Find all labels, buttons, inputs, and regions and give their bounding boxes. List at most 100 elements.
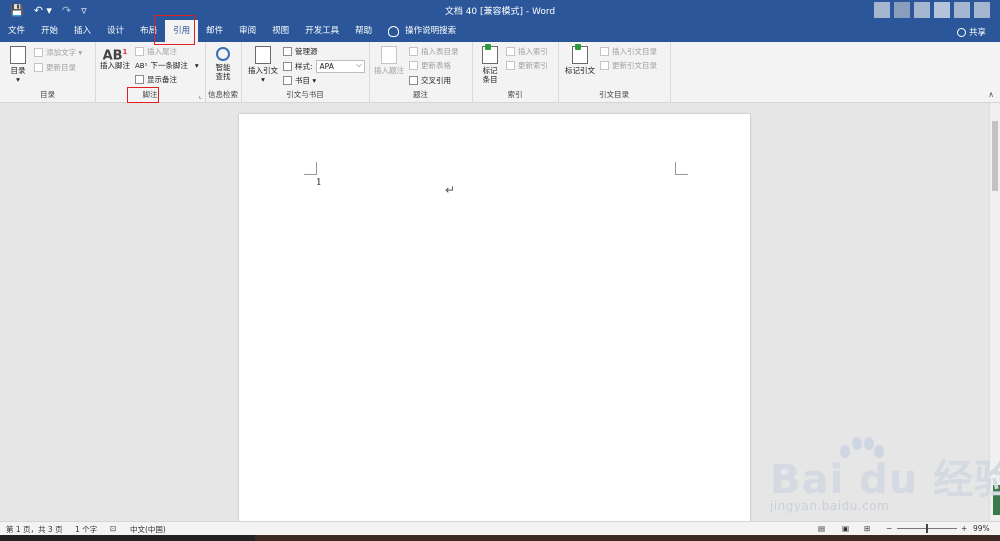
person-icon bbox=[956, 27, 966, 37]
group-label-citations: 引文与书目 bbox=[286, 90, 324, 99]
insert-index-button[interactable]: 插入索引 bbox=[506, 46, 548, 57]
footnote-ab-icon: AB1 bbox=[102, 48, 128, 64]
document-page[interactable]: 1 ↵ bbox=[239, 114, 750, 521]
show-notes-button[interactable]: 显示备注 bbox=[135, 74, 177, 85]
crop-mark-top-right bbox=[675, 162, 688, 175]
mark-citation-button[interactable]: 标记引文 bbox=[562, 44, 598, 75]
document-title: 文档 40 [兼容模式] - Word bbox=[444, 7, 556, 17]
tab-layout[interactable]: 布局 bbox=[132, 20, 165, 42]
group-citations: 插入引文▾ 管理源 样式: APA 书目 ▾ 引文与书目 bbox=[241, 42, 370, 102]
update-toa-icon bbox=[600, 61, 609, 70]
bibliography-button[interactable]: 书目 ▾ bbox=[283, 75, 316, 86]
citation-style: 样式: APA bbox=[283, 60, 365, 73]
group-label-toa: 引文目录 bbox=[599, 90, 629, 99]
zoom-slider-knob[interactable] bbox=[926, 524, 928, 533]
insert-citation-icon bbox=[255, 46, 271, 64]
group-table-of-authorities: 标记引文 插入引文目录 更新引文目录 引文目录 bbox=[558, 42, 671, 102]
style-icon bbox=[283, 62, 292, 71]
insert-table-of-figures-button[interactable]: 插入表目录 bbox=[409, 46, 459, 57]
cross-reference-button[interactable]: 交叉引用 bbox=[409, 75, 451, 86]
update-table-button[interactable]: 更新表格 bbox=[409, 60, 451, 71]
watermark-brand: Bai du 经验 bbox=[770, 457, 1000, 503]
group-label-research: 信息检索 bbox=[208, 90, 238, 99]
insert-caption-button[interactable]: 插入题注 bbox=[373, 46, 405, 75]
crop-mark-top-left bbox=[304, 162, 317, 175]
tab-mailings[interactable]: 邮件 bbox=[198, 20, 231, 42]
share-label: 共享 bbox=[968, 28, 986, 38]
insert-footnote-button[interactable]: AB1 插入脚注 bbox=[97, 48, 133, 70]
mark-entry-icon bbox=[482, 44, 498, 64]
ribbon: 目录 ▾ 添加文字 ▾ 更新目录 目录 AB1 插入脚注 插入尾注 AB¹ 下一条… bbox=[0, 42, 1000, 103]
group-label-index: 索引 bbox=[507, 90, 523, 99]
update-index-button[interactable]: 更新索引 bbox=[506, 60, 548, 71]
insert-citation-button[interactable]: 插入引文 ▾ bbox=[246, 46, 280, 84]
collapse-ribbon-icon[interactable]: ∧ bbox=[988, 90, 994, 99]
zoom-in-button[interactable]: + bbox=[961, 524, 967, 533]
lightbulb-icon bbox=[388, 25, 400, 37]
taskbar-strip bbox=[0, 535, 1000, 541]
web-layout-icon[interactable]: ⊞ bbox=[864, 524, 870, 533]
update-table-icon bbox=[409, 61, 418, 70]
update-toa-button[interactable]: 更新引文目录 bbox=[600, 60, 657, 71]
tell-me-label: 操作说明搜索 bbox=[405, 26, 457, 36]
style-select[interactable]: APA bbox=[315, 60, 365, 73]
table-of-figures-icon bbox=[409, 47, 418, 56]
tab-file[interactable]: 文件 bbox=[0, 20, 33, 42]
zoom-level[interactable]: 99% bbox=[973, 524, 990, 533]
page-number: 1 bbox=[316, 178, 322, 188]
paragraph-mark: ↵ bbox=[445, 183, 456, 197]
add-text-button[interactable]: 添加文字 ▾ bbox=[34, 47, 82, 58]
tab-review[interactable]: 审阅 bbox=[231, 20, 264, 42]
group-label-captions: 题注 bbox=[413, 90, 428, 99]
endnote-icon bbox=[135, 47, 144, 56]
ribbon-tabs: 文件 开始 插入 设计 布局 引用 邮件 审阅 视图 开发工具 帮助 操作说明搜… bbox=[0, 20, 464, 42]
status-page[interactable]: 第 1 页，共 3 页 bbox=[6, 524, 63, 535]
print-layout-icon[interactable]: ▣ bbox=[842, 524, 849, 533]
toc-icon bbox=[10, 46, 26, 64]
add-text-icon bbox=[34, 48, 43, 57]
dialog-launcher-icon[interactable]: ⌞ bbox=[199, 92, 202, 100]
tab-developer[interactable]: 开发工具 bbox=[297, 20, 347, 42]
manage-sources-button[interactable]: 管理源 bbox=[283, 46, 318, 57]
bibliography-icon bbox=[283, 76, 292, 85]
smart-lookup-icon bbox=[216, 47, 230, 61]
tab-insert[interactable]: 插入 bbox=[66, 20, 99, 42]
group-index: 标记 条目 插入索引 更新索引 索引 bbox=[472, 42, 559, 102]
status-language[interactable]: 中文(中国) bbox=[130, 524, 166, 535]
read-mode-icon[interactable]: ▤ bbox=[818, 524, 825, 533]
smart-lookup-button[interactable]: 智能 查找 bbox=[208, 47, 238, 81]
insert-toa-button[interactable]: 插入引文目录 bbox=[600, 46, 657, 57]
tab-references[interactable]: 引用 bbox=[165, 20, 199, 42]
tab-help[interactable]: 帮助 bbox=[347, 20, 380, 42]
share-button[interactable]: 共享 bbox=[956, 26, 986, 38]
group-footnotes: AB1 插入脚注 插入尾注 AB¹ 下一条脚注 ▾ 显示备注 脚注 ⌞ bbox=[95, 42, 206, 102]
tab-design[interactable]: 设计 bbox=[99, 20, 132, 42]
insert-caption-icon bbox=[381, 46, 397, 64]
manage-sources-icon bbox=[283, 47, 292, 56]
show-notes-icon bbox=[135, 75, 144, 84]
update-index-icon bbox=[506, 61, 515, 70]
tab-view[interactable]: 视图 bbox=[264, 20, 297, 42]
next-footnote-arrow[interactable]: ▾ bbox=[195, 61, 199, 70]
insert-toa-icon bbox=[600, 47, 609, 56]
next-footnote-button[interactable]: AB¹ 下一条脚注 ▾ bbox=[135, 60, 199, 71]
status-bar: 第 1 页，共 3 页 1 个字 ⊡ 中文(中国) ▤ ▣ ⊞ − + 99% bbox=[0, 521, 1000, 536]
toc-button[interactable]: 目录 ▾ bbox=[6, 46, 30, 84]
proofing-icon[interactable]: ⊡ bbox=[110, 524, 116, 533]
scrollbar-thumb[interactable] bbox=[992, 121, 998, 191]
tell-me-search[interactable]: 操作说明搜索 bbox=[380, 20, 464, 42]
insert-endnote-button[interactable]: 插入尾注 bbox=[135, 46, 177, 57]
update-icon bbox=[34, 63, 43, 72]
watermark-url: jingyan.baidu.com bbox=[770, 499, 890, 513]
mark-entry-button[interactable]: 标记 条目 bbox=[476, 44, 504, 84]
group-label-toc: 目录 bbox=[40, 90, 55, 99]
group-research: 智能 查找 信息检索 bbox=[205, 42, 242, 102]
zoom-out-button[interactable]: − bbox=[886, 524, 892, 533]
group-captions: 插入题注 插入表目录 更新表格 交叉引用 题注 bbox=[369, 42, 473, 102]
tab-home[interactable]: 开始 bbox=[33, 20, 66, 42]
update-toc-button[interactable]: 更新目录 bbox=[34, 62, 76, 73]
group-label-footnotes: 脚注 bbox=[142, 90, 158, 99]
status-words[interactable]: 1 个字 bbox=[75, 524, 97, 535]
group-toc: 目录 ▾ 添加文字 ▾ 更新目录 目录 bbox=[0, 42, 96, 102]
title-bar: 💾 ↶ ▾ ↷ ▿ 文档 40 [兼容模式] - Word 文件 开始 插入 设… bbox=[0, 0, 1000, 42]
